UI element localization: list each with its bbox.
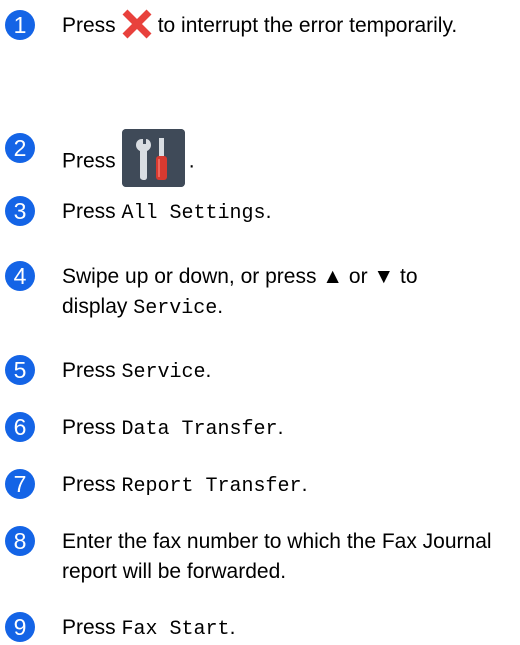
step-text-pre: Press [62, 473, 116, 496]
step-text-pre: Press [62, 616, 116, 639]
step-text: Press Data Transfer. [62, 413, 502, 445]
step-text-post: . [265, 200, 272, 223]
step-number-badge: 2 [5, 133, 35, 163]
step-number-badge: 4 [5, 261, 35, 291]
step-text-post: . [188, 149, 195, 173]
step-number-badge: 9 [5, 612, 35, 642]
step-text: Enter the fax number to which the Fax Jo… [62, 530, 492, 583]
step-number-badge: 3 [5, 196, 35, 226]
step-text-pre: Press [62, 14, 116, 37]
step-text: Swipe up or down, or press ▲ or ▼ to dis… [62, 262, 482, 324]
step-text-post: . [205, 359, 212, 382]
step-text-pre: Swipe up or down, or press ▲ or ▼ to dis… [62, 265, 418, 318]
step-text-post: . [217, 295, 224, 318]
step-text: Press . [62, 129, 502, 191]
step-text-pre: Press [62, 149, 116, 173]
step-text-post: . [229, 616, 236, 639]
red-x-icon [122, 9, 152, 39]
step-text-pre: Press [62, 416, 116, 439]
step-code: Data Transfer [121, 418, 278, 441]
step-number-badge: 7 [5, 469, 35, 499]
step-number-badge: 6 [5, 412, 35, 442]
step-number-badge: 1 [5, 10, 35, 40]
settings-tools-icon [121, 129, 185, 187]
step-code: Fax Start [121, 618, 230, 641]
step-code: All Settings [121, 202, 266, 225]
step-code: Service [121, 361, 206, 384]
step-number-badge: 8 [5, 526, 35, 556]
step-text-post: . [301, 473, 308, 496]
step-text: Press All Settings. [62, 197, 502, 229]
step-code: Service [133, 297, 218, 320]
step-text-post: . [277, 416, 284, 439]
step-text-pre: Press [62, 200, 116, 223]
step-code: Report Transfer [121, 475, 302, 498]
step-text: Press Service. [62, 356, 502, 388]
step-text: Press Fax Start. [62, 613, 502, 645]
step-number-badge: 5 [5, 355, 35, 385]
step-text-post: to interrupt the error temporarily. [157, 14, 458, 37]
step-text-pre: Press [62, 359, 116, 382]
step-text: Press to interrupt the error temporarily… [62, 9, 502, 41]
step-text: Press Report Transfer. [62, 470, 502, 502]
